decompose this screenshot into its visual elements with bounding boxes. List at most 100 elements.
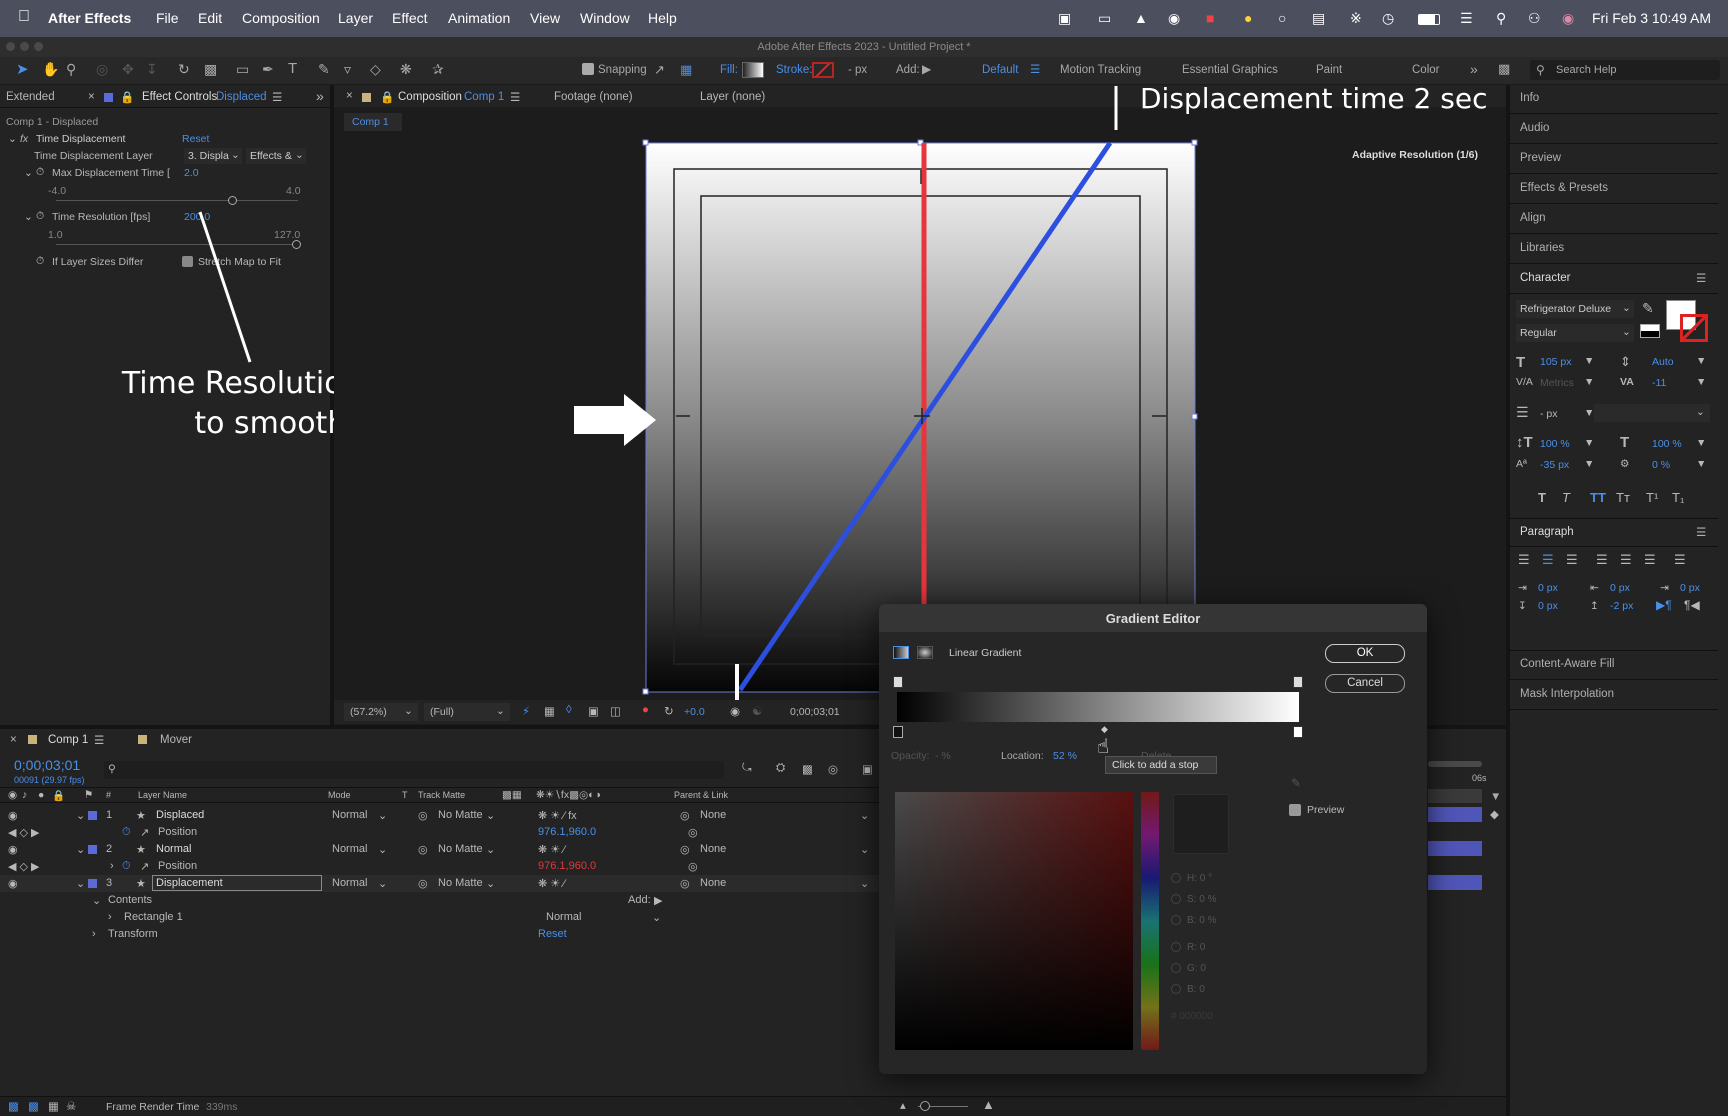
- layer-switches-icons[interactable]: ❋ ☀ ∕: [538, 843, 565, 856]
- pickwhip-icon[interactable]: ◎: [680, 809, 690, 822]
- layer-bar-2[interactable]: [1428, 841, 1482, 856]
- label-color-swatch[interactable]: [88, 811, 97, 820]
- pickwhip-icon[interactable]: ◎: [680, 877, 690, 890]
- eyedropper-icon[interactable]: ✎: [1642, 300, 1654, 317]
- chevron-down-icon[interactable]: ▼: [1584, 458, 1594, 470]
- indent-right-value[interactable]: 0 px: [1610, 582, 1630, 594]
- graph-icon[interactable]: ↗: [140, 826, 149, 839]
- color-stop-right[interactable]: [1293, 726, 1303, 738]
- layer-switches-icons[interactable]: ❋ ☀ ∕: [538, 877, 565, 890]
- layer-matte[interactable]: No Matte: [438, 809, 483, 821]
- expression-pickwhip-icon[interactable]: ◎: [688, 860, 698, 873]
- chevron-down-icon[interactable]: ⌄: [652, 911, 661, 924]
- panel-paragraph-title[interactable]: Paragraph: [1520, 526, 1574, 538]
- layer-matte[interactable]: No Matte: [438, 843, 483, 855]
- transform-row[interactable]: › Transform Reset: [0, 926, 880, 943]
- indent-first-value[interactable]: 0 px: [1680, 582, 1700, 594]
- stroke-color-swatch[interactable]: [1680, 314, 1708, 342]
- baseline-shift-value[interactable]: -35 px: [1540, 459, 1569, 471]
- hue-slider[interactable]: [1141, 792, 1159, 1050]
- panel-character-title[interactable]: Character: [1520, 272, 1571, 284]
- zoom-in-icon[interactable]: ▲: [982, 1097, 995, 1112]
- layer-mode[interactable]: Normal: [332, 843, 367, 855]
- add-contents-icon[interactable]: ▶: [654, 894, 662, 907]
- align-right-icon[interactable]: ☰: [1566, 552, 1578, 568]
- cancel-button[interactable]: Cancel: [1325, 674, 1405, 693]
- toggle-in-out-icon[interactable]: ▦: [48, 1099, 59, 1113]
- chevron-down-icon[interactable]: ▼: [1696, 437, 1706, 449]
- layer-name[interactable]: Displacement: [152, 875, 322, 891]
- toggle-switches-icon[interactable]: ▩: [8, 1099, 19, 1113]
- position-value[interactable]: 976.1,960.0: [538, 860, 596, 872]
- exposure-value[interactable]: +0.0: [684, 706, 705, 718]
- h-radio[interactable]: [1171, 873, 1181, 884]
- label-color-swatch[interactable]: [88, 845, 97, 854]
- bbox-handle[interactable]: [1191, 139, 1198, 146]
- expression-pickwhip-icon[interactable]: ◎: [688, 826, 698, 839]
- layer-bar-3[interactable]: [1428, 875, 1482, 890]
- mask-visibility-icon[interactable]: ◊: [566, 704, 572, 716]
- keyframe-icon[interactable]: ◆: [1490, 807, 1499, 821]
- layer-parent[interactable]: None: [700, 809, 726, 821]
- linear-gradient-icon[interactable]: [893, 646, 909, 659]
- justify-left-icon[interactable]: ☰: [1596, 552, 1608, 568]
- small-caps-icon[interactable]: Tт: [1616, 490, 1630, 505]
- hide-shy-icon[interactable]: ▩: [802, 762, 813, 776]
- font-family-dropdown[interactable]: Refrigerator Deluxe ⌄: [1516, 300, 1634, 318]
- chevron-down-icon[interactable]: ⌄: [860, 877, 869, 890]
- property-row-position-2[interactable]: ◀ ◇ ▶ › ⏱ ↗ Position 976.1,960.0 ◎: [0, 858, 880, 875]
- layer-mode[interactable]: Normal: [332, 809, 367, 821]
- panel-menu-icon[interactable]: ☰: [94, 733, 104, 747]
- zoom-out-icon[interactable]: ▴: [900, 1098, 906, 1112]
- toggle-modes-icon[interactable]: ▩: [28, 1099, 39, 1113]
- space-after-value[interactable]: -2 px: [1610, 600, 1633, 612]
- panel-menu-icon[interactable]: ☰: [1696, 271, 1706, 285]
- all-caps-icon[interactable]: TT: [1590, 490, 1606, 505]
- panel-info[interactable]: Info: [1520, 92, 1539, 104]
- s-value[interactable]: S: 0 %: [1187, 894, 1216, 905]
- justify-center-icon[interactable]: ☰: [1620, 552, 1632, 568]
- composition-flowchart-icon[interactable]: ⤿: [742, 762, 752, 775]
- rectangle-mode[interactable]: Normal: [546, 911, 581, 923]
- stroke-width-value[interactable]: - px: [1540, 408, 1558, 420]
- matte-link-icon[interactable]: ◎: [418, 809, 428, 822]
- zoom-dropdown[interactable]: (57.2%) ⌄: [344, 703, 418, 721]
- layer-row-1[interactable]: ◉ ⌄ 1 ★ Displaced Normal ⌄ ◎ No Matte ⌄ …: [0, 807, 880, 824]
- stopwatch-icon[interactable]: ⏱: [122, 826, 131, 839]
- chevron-right-icon[interactable]: ›: [92, 928, 96, 940]
- chevron-down-icon[interactable]: ⌄: [378, 877, 387, 890]
- frame-blending-icon[interactable]: ◎: [828, 762, 838, 776]
- layer-name[interactable]: Normal: [156, 843, 191, 855]
- r-value[interactable]: R: 0: [1187, 942, 1205, 953]
- g-radio[interactable]: [1171, 963, 1181, 974]
- panel-mask-interpolation[interactable]: Mask Interpolation: [1520, 688, 1614, 700]
- layer-parent[interactable]: None: [700, 877, 726, 889]
- chevron-down-icon[interactable]: ▼: [1696, 355, 1706, 367]
- panel-preview[interactable]: Preview: [1520, 152, 1561, 164]
- eye-icon[interactable]: ◉: [8, 809, 18, 822]
- vertical-scale-value[interactable]: 100 %: [1540, 438, 1570, 450]
- toggle-render-time-icon[interactable]: ☠: [66, 1099, 76, 1113]
- panel-audio[interactable]: Audio: [1520, 122, 1549, 134]
- blue-value[interactable]: B: 0: [1187, 984, 1205, 995]
- r-radio[interactable]: [1171, 942, 1181, 953]
- current-time[interactable]: 0;00;03;01: [14, 757, 80, 773]
- graph-editor-icon[interactable]: ▣: [862, 762, 873, 776]
- bbox-handle[interactable]: [1191, 413, 1198, 420]
- fast-previews-icon[interactable]: ⚡: [522, 704, 530, 718]
- lock-switch-icon[interactable]: 🔒: [52, 789, 65, 802]
- eye-icon[interactable]: ◉: [8, 843, 18, 856]
- transparency-grid-icon[interactable]: ▦: [544, 704, 555, 718]
- chevron-down-icon[interactable]: ⌄: [92, 894, 101, 907]
- panel-align[interactable]: Align: [1520, 212, 1546, 224]
- bbox-handle[interactable]: [642, 688, 649, 695]
- timeline-ruler[interactable]: [1428, 789, 1482, 803]
- panel-menu-icon[interactable]: ☰: [1696, 525, 1706, 539]
- col-track-matte[interactable]: Track Matte: [418, 790, 465, 800]
- matte-link-icon[interactable]: ◎: [418, 843, 428, 856]
- chevron-down-icon[interactable]: ⌄: [486, 877, 495, 890]
- transform-reset-link[interactable]: Reset: [538, 928, 567, 940]
- chevron-down-icon[interactable]: ⌄: [76, 843, 85, 856]
- layer-row-2[interactable]: ◉ ⌄ 2 ★ Normal Normal ⌄ ◎ No Matte ⌄ ❋ ☀…: [0, 841, 880, 858]
- justify-all-icon[interactable]: ☰: [1674, 552, 1686, 568]
